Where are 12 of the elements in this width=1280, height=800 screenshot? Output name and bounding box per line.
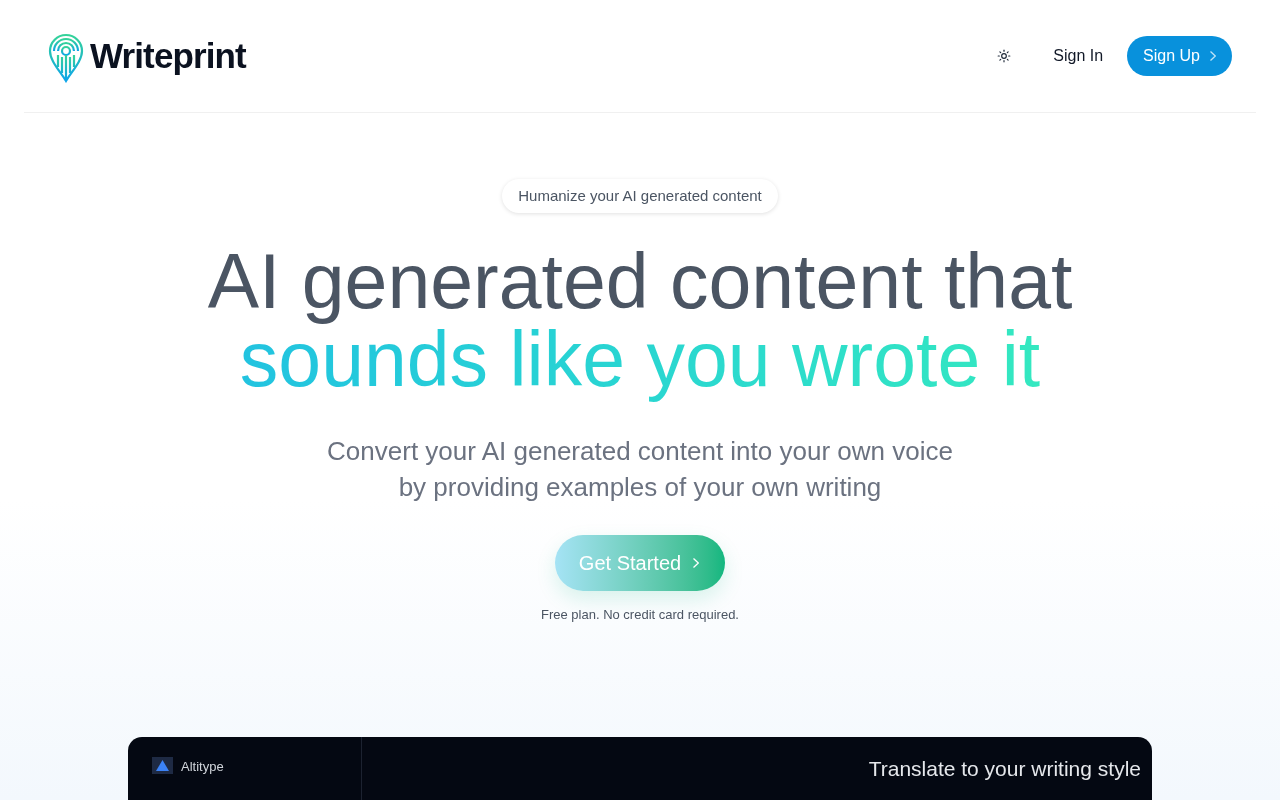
app-name: Altitype: [181, 757, 224, 776]
preview-heading: Translate to your writing style: [868, 755, 1141, 782]
tagline-badge: Humanize your AI generated content: [502, 179, 778, 213]
get-started-button[interactable]: Get Started: [554, 535, 726, 591]
sign-in-link[interactable]: Sign In: [1053, 44, 1104, 68]
chevron-right-icon: [1210, 51, 1216, 61]
chevron-right-icon: [693, 558, 700, 568]
mountain-logo-icon: [152, 756, 173, 774]
hero-subtitle: Convert your AI generated content into your own voice by providing examples of your own writing: [327, 435, 953, 504]
free-plan-note: Free plan. No credit card required.: [541, 606, 739, 624]
brand-name: Writeprint: [90, 34, 246, 77]
sign-up-button[interactable]: Sign Up: [1127, 36, 1232, 76]
